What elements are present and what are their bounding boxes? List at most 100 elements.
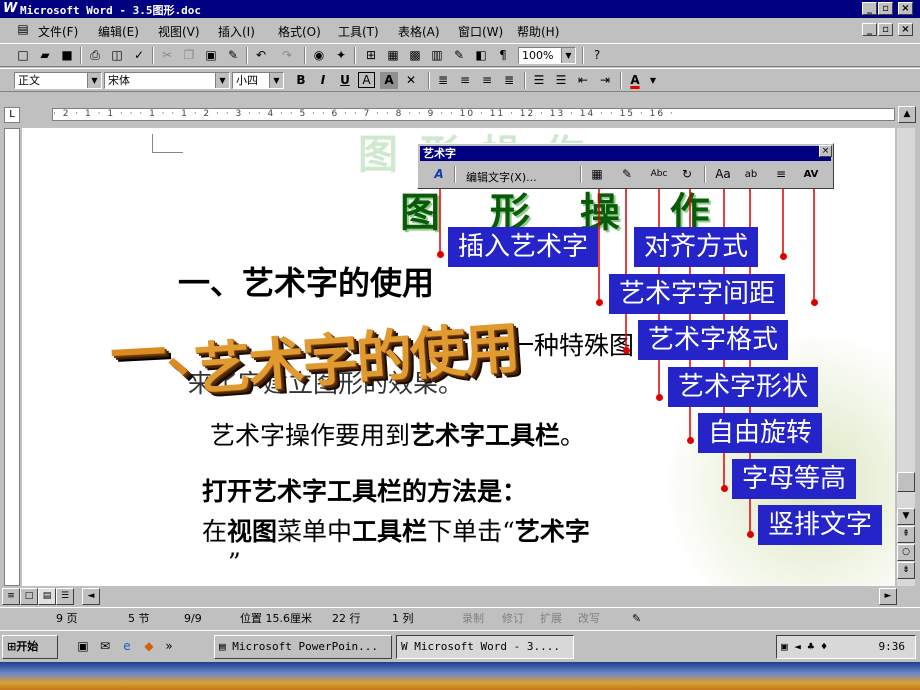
wordart-sample[interactable]: 艺术字的使用 <box>192 303 521 406</box>
font-color-button[interactable]: A <box>626 72 644 89</box>
chevron-down-icon[interactable]: ▼ <box>215 73 229 88</box>
start-button[interactable]: ⊞开始 <box>2 635 58 659</box>
tab-selector-icon[interactable]: L <box>4 107 20 123</box>
maximize-button[interactable]: ▫ <box>878 2 893 15</box>
print-preview-icon[interactable]: ◫ <box>108 47 126 64</box>
cut-icon[interactable]: ✂ <box>158 47 176 64</box>
status-ovr[interactable]: 改写 <box>578 611 600 627</box>
menu-insert[interactable]: 插入(I) <box>218 23 255 40</box>
insert-wordart-icon[interactable]: A <box>430 166 448 183</box>
scroll-left-icon[interactable]: ◄ <box>82 588 100 605</box>
normal-view-icon[interactable]: ≡ <box>2 588 20 605</box>
tables-borders-icon[interactable]: ⊞ <box>362 47 380 64</box>
numbering-icon[interactable]: ☰ <box>530 72 548 89</box>
close-button[interactable]: × <box>898 2 913 15</box>
format-painter-icon[interactable]: ✎ <box>224 47 242 64</box>
chevron-down-icon[interactable]: ▼ <box>561 48 575 63</box>
bullets-icon[interactable]: ☰ <box>552 72 570 89</box>
wordart-toolbar-close-button[interactable]: × <box>819 145 832 157</box>
wordart-shape-icon[interactable]: Abc <box>650 166 668 183</box>
align-center-icon[interactable]: ≡ <box>456 72 474 89</box>
chevron-down-icon[interactable]: ▼ <box>644 72 662 89</box>
bold-button[interactable]: B <box>292 72 310 89</box>
previous-page-icon[interactable]: ⇞ <box>897 526 915 543</box>
outlook-icon[interactable]: ✉ <box>96 638 114 655</box>
scroll-up-icon[interactable]: ▲ <box>898 106 916 123</box>
page-view-icon[interactable]: ▤ <box>38 588 56 605</box>
menu-file[interactable]: 文件(F) <box>38 23 78 40</box>
font-size-select[interactable]: 小四 ▼ <box>232 72 284 89</box>
web-view-icon[interactable]: □ <box>20 588 38 605</box>
status-ext[interactable]: 扩展 <box>540 611 562 627</box>
show-hide-icon[interactable]: ¶ <box>494 47 512 64</box>
internet-explorer-icon[interactable]: e <box>118 638 136 655</box>
menu-tools[interactable]: 工具(T) <box>338 23 379 40</box>
spelling-status-icon[interactable]: ✎ <box>632 611 641 627</box>
redo-icon[interactable]: ↷ <box>278 47 296 64</box>
chevron-down-icon[interactable]: ▼ <box>269 73 283 88</box>
scroll-thumb[interactable] <box>897 472 915 492</box>
distributed-icon[interactable]: ≣ <box>500 72 518 89</box>
save-icon[interactable]: ■ <box>58 47 76 64</box>
paste-icon[interactable]: ▣ <box>202 47 220 64</box>
select-browse-object-icon[interactable]: ○ <box>897 544 915 561</box>
menu-view[interactable]: 视图(V) <box>158 23 200 40</box>
scroll-right-icon[interactable]: ► <box>879 588 897 605</box>
character-spacing-icon[interactable]: AV <box>802 166 820 183</box>
increase-indent-icon[interactable]: ⇥ <box>596 72 614 89</box>
taskbar-powerpoint[interactable]: ▤ Microsoft PowerPoin... <box>214 635 392 659</box>
same-letter-heights-icon[interactable]: Aa <box>714 166 732 183</box>
doc-close-button[interactable]: × <box>898 23 913 36</box>
status-rec[interactable]: 录制 <box>462 611 484 627</box>
align-right-icon[interactable]: ≡ <box>478 72 496 89</box>
menu-table[interactable]: 表格(A) <box>398 23 440 40</box>
menu-window[interactable]: 窗口(W) <box>458 23 503 40</box>
wordart-gallery-icon[interactable]: ▦ <box>588 166 606 183</box>
decrease-indent-icon[interactable]: ⇤ <box>574 72 592 89</box>
vertical-scrollbar[interactable]: ▼ ⇞ ○ ⇟ <box>897 128 915 586</box>
vertical-text-icon[interactable]: ab <box>742 166 760 183</box>
new-icon[interactable]: □ <box>14 47 32 64</box>
character-scale-icon[interactable]: ✕ <box>402 72 420 89</box>
doc-restore-button[interactable]: ▫ <box>878 23 893 36</box>
desktop-icon[interactable]: ▣ <box>74 638 92 655</box>
more-icon[interactable]: » <box>160 638 178 655</box>
ruler-strip[interactable]: · 2 · 1 · 1 · · · 1 · · 1 · 2 · · 3 · · … <box>52 108 895 121</box>
status-trk[interactable]: 修订 <box>502 611 524 627</box>
menu-format[interactable]: 格式(O) <box>278 23 321 40</box>
copy-icon[interactable]: ❐ <box>180 47 198 64</box>
taskbar-word[interactable]: W Microsoft Word - 3.... <box>396 635 574 659</box>
help-icon[interactable]: ? <box>588 47 606 64</box>
font-select[interactable]: 宋体 ▼ <box>104 72 230 89</box>
document-map-icon[interactable]: ◧ <box>472 47 490 64</box>
horizontal-scrollbar[interactable]: ≡ □ ▤ ☰ ◄ ► <box>0 587 897 605</box>
chevron-down-icon[interactable]: ▼ <box>87 73 101 88</box>
minimize-button[interactable]: _ <box>862 2 877 15</box>
drawing-icon[interactable]: ✎ <box>450 47 468 64</box>
format-wordart-icon[interactable]: ✎ <box>618 166 636 183</box>
insert-excel-icon[interactable]: ▩ <box>406 47 424 64</box>
open-icon[interactable]: ▰ <box>36 47 54 64</box>
alignment-icon[interactable]: ≡ <box>772 166 790 183</box>
edit-text-button[interactable]: 编辑文字(X)... <box>466 169 537 185</box>
undo-icon[interactable]: ↶ <box>252 47 270 64</box>
tray-icons[interactable]: ▣ ◄ ♣ ♦ <box>781 640 827 653</box>
print-icon[interactable]: ⎙ <box>86 47 104 64</box>
italic-button[interactable]: I <box>314 72 332 89</box>
style-select[interactable]: 正文 ▼ <box>14 72 102 89</box>
insert-table-icon[interactable]: ▦ <box>384 47 402 64</box>
quick-launch-icon[interactable]: ◆ <box>140 638 158 655</box>
wordart-toolbar-title[interactable]: 艺术字 <box>420 146 831 161</box>
zoom-select[interactable]: 100% ▼ <box>518 47 576 64</box>
doc-minimize-button[interactable]: _ <box>862 23 877 36</box>
vertical-ruler[interactable] <box>4 128 20 586</box>
menu-help[interactable]: 帮助(H) <box>517 23 559 40</box>
hyperlink-icon[interactable]: ◉ <box>310 47 328 64</box>
align-justify-icon[interactable]: ≣ <box>434 72 452 89</box>
free-rotate-icon[interactable]: ↻ <box>678 166 696 183</box>
web-toolbar-icon[interactable]: ✦ <box>332 47 350 64</box>
spelling-icon[interactable]: ✓ <box>130 47 148 64</box>
next-page-icon[interactable]: ⇟ <box>897 562 915 579</box>
char-shading-button[interactable]: A <box>380 72 398 89</box>
underline-button[interactable]: U <box>336 72 354 89</box>
